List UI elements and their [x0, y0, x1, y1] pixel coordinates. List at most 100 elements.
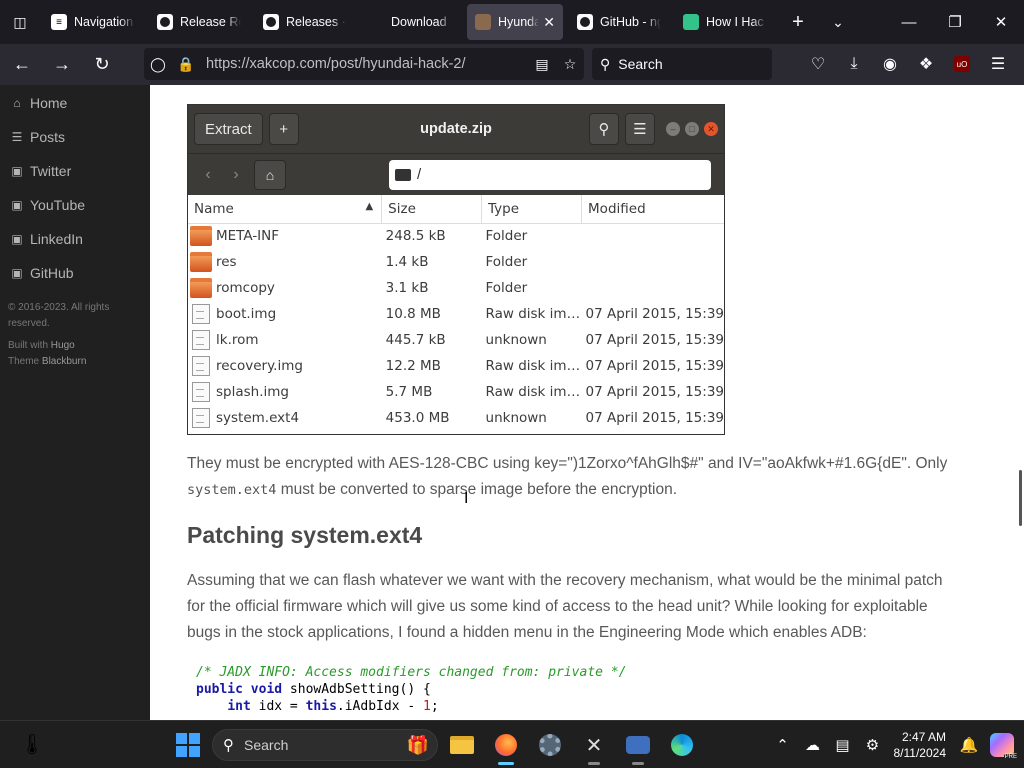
tab-strip: ◫ ≡ Navigation Release Ref Releases · Do… [0, 0, 1024, 44]
article-content: Extract + update.zip ⚲ ☰ – □ ✕ ‹ › ⌂ / N… [150, 85, 1024, 720]
tab-label: Navigation [74, 15, 134, 29]
file-size: 445.7 kB [385, 332, 446, 348]
car-app[interactable] [616, 727, 660, 765]
scrollbar-thumb[interactable] [1019, 470, 1022, 526]
minimize-icon: — [901, 13, 917, 31]
search-icon: ⚲ [600, 55, 611, 72]
tools-app[interactable]: ✕ [572, 727, 616, 765]
ublock-button[interactable]: uO [944, 46, 980, 82]
extensions-button[interactable]: ❖ [908, 46, 944, 82]
file-modified [582, 249, 724, 275]
tab-navigation[interactable]: ≡ Navigation [43, 4, 143, 40]
chevron-up-icon[interactable]: ⌃ [768, 736, 798, 754]
file-icon [192, 356, 210, 376]
tab-release-ref[interactable]: Release Ref [149, 4, 249, 40]
nav-bar: ← → ↻ ◯ 🔒 https://xakcop.com/post/hyunda… [0, 44, 1024, 85]
sidebar-item-label: Twitter [30, 163, 72, 179]
weather-widget[interactable]: 🌡 [0, 732, 64, 757]
list-all-tabs-button[interactable]: ⌄ [818, 0, 858, 44]
clock[interactable]: 2:47 AM 8/11/2024 [894, 729, 947, 761]
lock-icon[interactable]: 🔒 [172, 56, 200, 73]
close-tab-icon[interactable]: ✕ [543, 14, 555, 31]
theme-text: Theme [8, 356, 40, 367]
sidebar-item-label: GitHub [30, 265, 74, 281]
tab-github[interactable]: GitHub - ng [569, 4, 669, 40]
sidebar-item-label: YouTube [30, 197, 86, 213]
search-placeholder: Search [618, 56, 663, 72]
close-button[interactable]: ✕ [978, 0, 1024, 44]
sidebar-item-home[interactable]: ⌂ Home [0, 86, 150, 120]
maximize-icon: □ [685, 122, 699, 136]
file-type: unknown [485, 410, 547, 426]
file-type: Raw disk im… [485, 358, 581, 374]
search-bar[interactable]: ⚲ Search [592, 48, 772, 80]
downloads-button[interactable]: ⤓ [836, 46, 872, 82]
tab-label: Release Ref [180, 15, 241, 29]
arrow-left-icon: ← [13, 54, 31, 74]
file-type: Folder [485, 228, 528, 245]
firefox-app[interactable] [484, 727, 528, 765]
article-paragraph: They must be encrypted with AES-128-CBC … [187, 451, 1007, 503]
cloud-off-icon[interactable]: ☁ [798, 736, 828, 754]
tab-download[interactable]: Download [361, 4, 461, 40]
maximize-button[interactable]: ❐ [932, 0, 978, 44]
home-icon: ⌂ [254, 159, 286, 190]
sidebar-item-youtube[interactable]: ▣ YouTube [0, 188, 150, 222]
sidebar-item-posts[interactable]: ☰ Posts [0, 120, 150, 154]
archive-search-button: ⚲ [589, 113, 619, 145]
table-row: boot.img 10.8 MB Raw disk im… 07 April 2… [188, 301, 724, 327]
account-button[interactable]: ◉ [872, 46, 908, 82]
taskbar-search[interactable]: ⚲ Search 🎁 [212, 729, 438, 761]
file-modified: 07 April 2015, 15:39 [585, 358, 724, 374]
hugo-link[interactable]: Hugo [51, 340, 75, 351]
archive-menu-button: ☰ [625, 113, 655, 145]
search-icon: ⚲ [223, 737, 234, 754]
column-header-name: Name ▲ [188, 195, 383, 224]
file-icon [192, 382, 210, 402]
sidebar-item-github[interactable]: ▣ GitHub [0, 256, 150, 290]
sidebar-item-twitter[interactable]: ▣ Twitter [0, 154, 150, 188]
archive-path-field: / [389, 159, 711, 190]
blackburn-link[interactable]: Blackburn [42, 356, 86, 367]
arrow-right-icon: → [53, 54, 71, 74]
window-controls: — ❐ ✕ [886, 0, 1024, 44]
tab-hyundai[interactable]: Hyundai ✕ [467, 4, 563, 40]
reader-view-icon[interactable]: ▤ [528, 56, 556, 73]
system-tray: ⌃ ☁ ▤ ⚙ 2:47 AM 8/11/2024 🔔 [768, 721, 1024, 768]
file-modified: 07 April 2015, 15:39 [585, 306, 724, 322]
new-tab-button[interactable]: + [778, 0, 818, 44]
forward-button[interactable]: → [44, 47, 80, 83]
green-icon [683, 14, 699, 30]
bell-icon[interactable]: 🔔 [954, 736, 984, 754]
table-row: system.ext4 453.0 MB unknown 07 April 20… [188, 405, 724, 431]
start-button[interactable] [176, 733, 200, 757]
menu-button[interactable]: ☰ [980, 46, 1016, 82]
github-icon [263, 14, 279, 30]
tab-how-i-hack[interactable]: How I Hac [675, 4, 775, 40]
pocket-button[interactable]: ♡ [800, 46, 836, 82]
tab-list-button[interactable]: ◫ [0, 0, 40, 44]
file-modified [582, 275, 724, 301]
code-block: /* JADX INFO: Access modifiers changed f… [196, 664, 626, 715]
sidebar-item-label: Home [30, 95, 68, 111]
sidebar-item-linkedin[interactable]: ▣ LinkedIn [0, 222, 150, 256]
file-type: Raw disk im… [485, 306, 581, 322]
url-bar[interactable]: ◯ 🔒 https://xakcop.com/post/hyundai-hack… [144, 48, 584, 80]
reload-button[interactable]: ↻ [84, 47, 120, 83]
taskbar: 🌡 ⚲ Search 🎁 ✕ ⌃ ☁ ▤ ⚙ 2:47 AM 8/11/2024… [0, 720, 1024, 768]
hamburger-icon: ☰ [633, 121, 647, 138]
display-icon[interactable]: ▤ [828, 736, 858, 754]
shield-icon[interactable]: ◯ [144, 56, 172, 73]
minimize-button[interactable]: — [886, 0, 932, 44]
copilot-icon[interactable] [990, 733, 1018, 760]
file-type: Folder [485, 254, 528, 270]
youtube-icon: ▣ [11, 198, 23, 212]
back-button[interactable]: ← [4, 47, 40, 83]
tab-releases[interactable]: Releases · [255, 4, 355, 40]
settings-app[interactable] [528, 727, 572, 763]
bookmark-star-icon[interactable]: ☆ [556, 56, 584, 73]
url-text[interactable]: https://xakcop.com/post/hyundai-hack-2/ [206, 56, 466, 72]
edge-app[interactable] [660, 727, 704, 763]
settings-tray-icon[interactable]: ⚙ [858, 736, 888, 754]
file-explorer-app[interactable] [440, 727, 484, 763]
